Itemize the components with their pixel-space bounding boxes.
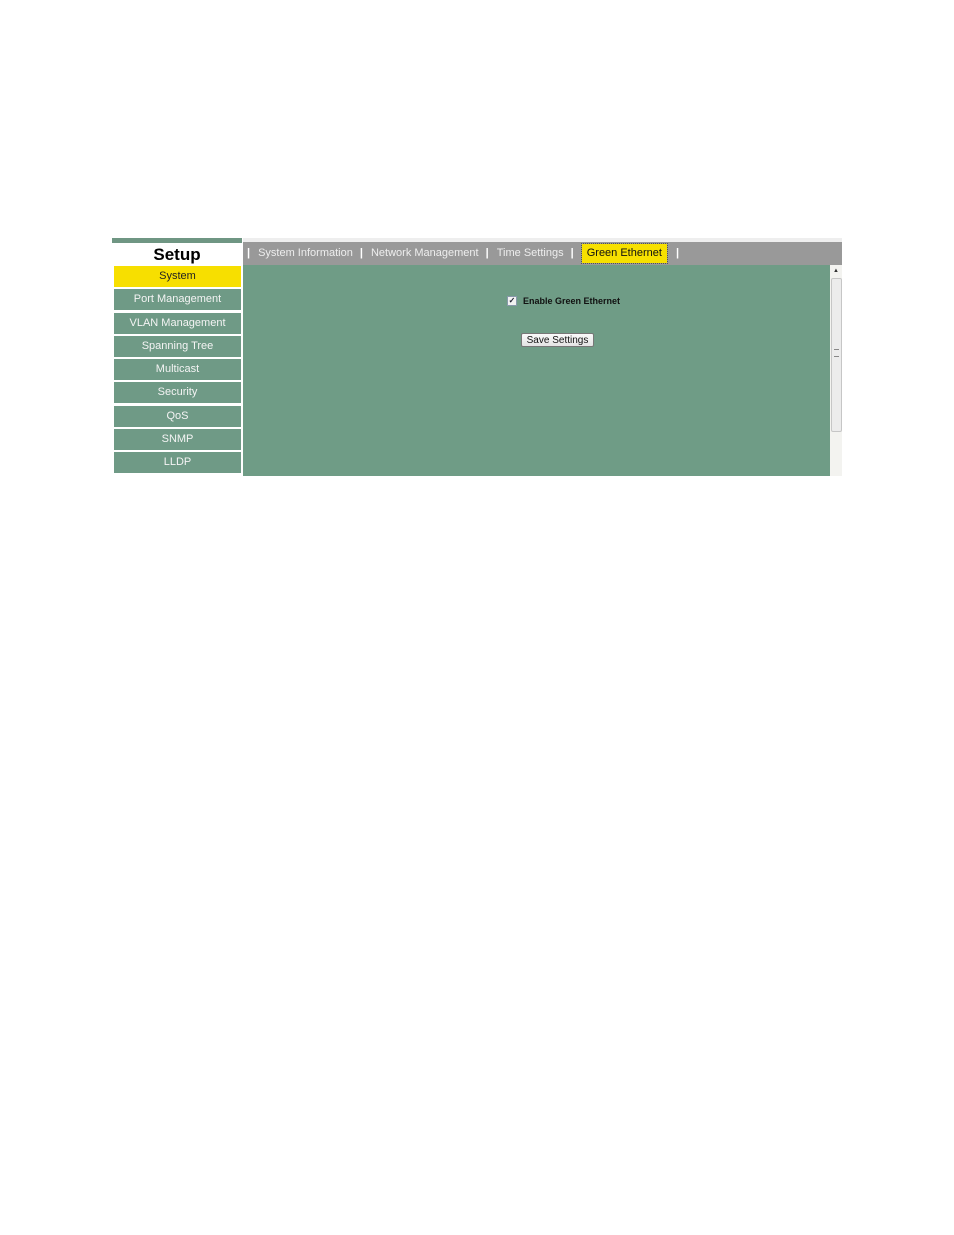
enable-green-ethernet-row[interactable]: ✓ Enable Green Ethernet <box>507 296 620 306</box>
sidebar-menu: System Port Management VLAN Management S… <box>114 266 241 476</box>
tab-network-management[interactable]: Network Management <box>371 242 479 265</box>
sidebar-item-port-management[interactable]: Port Management <box>114 289 241 311</box>
sidebar-item-system[interactable]: System <box>114 266 241 287</box>
sidebar-item-security[interactable]: Security <box>114 382 241 404</box>
tab-system-information[interactable]: System Information <box>258 242 353 265</box>
enable-green-ethernet-checkbox[interactable]: ✓ <box>507 296 517 306</box>
sidebar-item-snmp[interactable]: SNMP <box>114 429 241 451</box>
tab-bar-top-strip <box>243 238 842 242</box>
scrollbar-grip-icon <box>834 349 839 357</box>
tab-bar: | System Information | Network Management … <box>243 238 842 265</box>
sidebar: Setup System Port Management VLAN Manage… <box>112 238 242 476</box>
tab-separator: | <box>570 247 574 259</box>
tab-green-ethernet[interactable]: Green Ethernet <box>580 243 668 264</box>
content-panel: ✓ Enable Green Ethernet Save Settings <box>243 265 830 476</box>
sidebar-item-multicast[interactable]: Multicast <box>114 359 241 381</box>
scroll-up-arrow-icon[interactable]: ▲ <box>832 267 840 275</box>
sidebar-item-vlan-management[interactable]: VLAN Management <box>114 312 241 334</box>
tab-separator: | <box>359 247 363 259</box>
enable-green-ethernet-label: Enable Green Ethernet <box>523 296 621 306</box>
app-window: Setup System Port Management VLAN Manage… <box>112 238 842 476</box>
sidebar-item-lldp[interactable]: LLDP <box>114 452 241 474</box>
scrollbar-thumb[interactable] <box>831 278 842 432</box>
sidebar-item-qos[interactable]: QoS <box>114 405 241 427</box>
sidebar-title: Setup <box>153 245 201 264</box>
sidebar-top-strip <box>112 238 242 243</box>
tab-separator: | <box>485 247 489 259</box>
tab-time-settings[interactable]: Time Settings <box>497 242 564 265</box>
sidebar-item-spanning-tree[interactable]: Spanning Tree <box>114 335 241 357</box>
tab-separator: | <box>247 247 251 259</box>
save-settings-button[interactable]: Save Settings <box>521 333 594 347</box>
vertical-scrollbar[interactable]: ▲ <box>830 265 842 476</box>
tab-separator: | <box>676 247 680 259</box>
